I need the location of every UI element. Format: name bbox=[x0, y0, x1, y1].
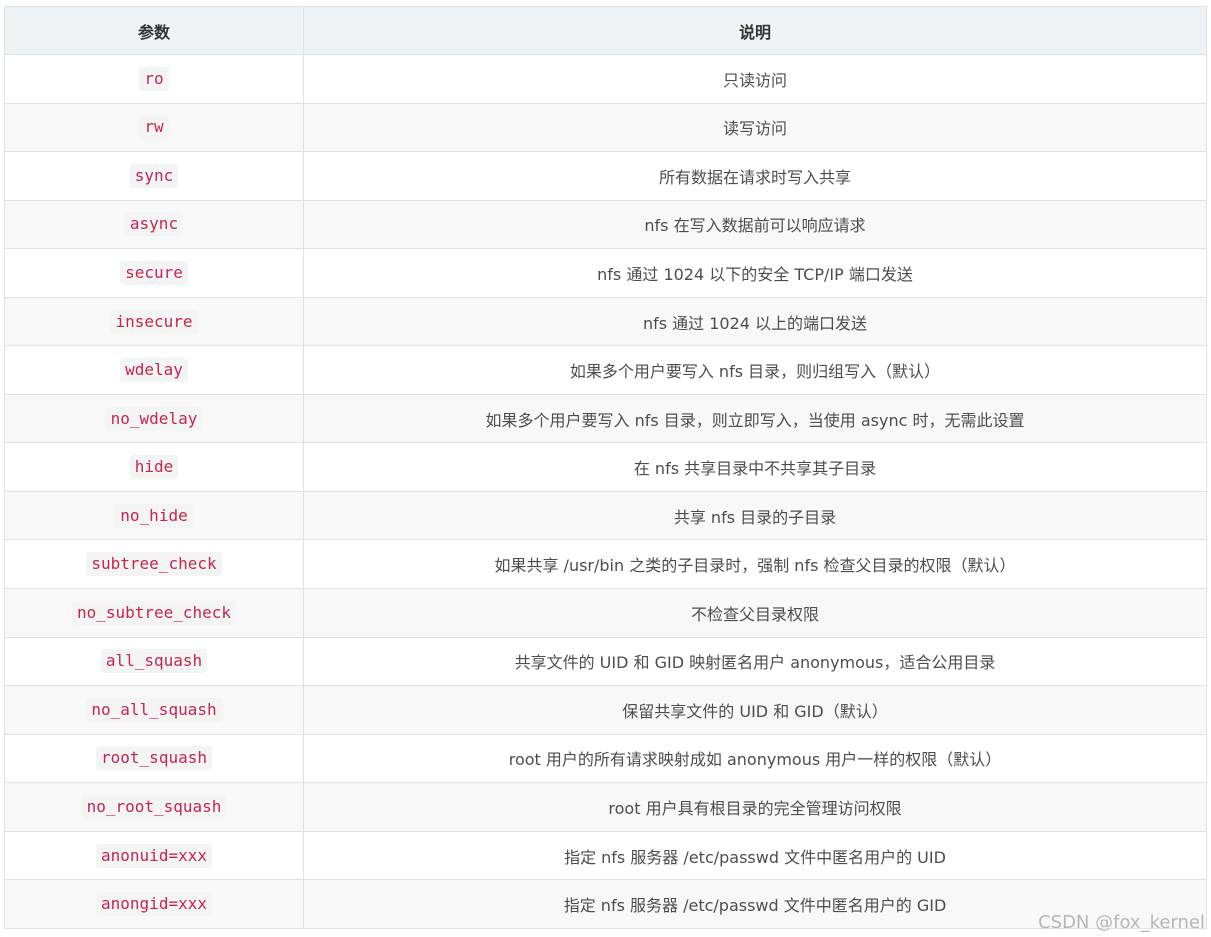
table-row: ro 只读访问 bbox=[4, 54, 1207, 104]
description-cell: nfs 在写入数据前可以响应请求 bbox=[303, 199, 1207, 250]
param-code: subtree_check bbox=[86, 552, 222, 577]
table-row: hide 在 nfs 共享目录中不共享其子目录 bbox=[4, 442, 1207, 492]
param-code: root_squash bbox=[96, 746, 212, 771]
description-cell: 共享 nfs 目录的子目录 bbox=[303, 490, 1207, 541]
description-cell: 所有数据在请求时写入共享 bbox=[303, 151, 1207, 201]
table-row: anonuid=xxx 指定 nfs 服务器 /etc/passwd 文件中匿名用… bbox=[4, 830, 1207, 881]
param-code: async bbox=[124, 212, 184, 237]
description-cell: root 用户的所有请求映射成如 anonymous 用户一样的权限（默认） bbox=[303, 733, 1207, 784]
table-row: insecure nfs 通过 1024 以上的端口发送 bbox=[4, 296, 1207, 347]
description-cell: 不检查父目录权限 bbox=[303, 588, 1207, 638]
description-cell: 如果多个用户要写入 nfs 目录，则立即写入，当使用 async 时，无需此设置 bbox=[303, 393, 1207, 444]
header-description: 说明 bbox=[303, 6, 1207, 55]
param-code: anonuid=xxx bbox=[96, 843, 212, 868]
description-cell: 共享文件的 UID 和 GID 映射匿名用户 anonymous，适合公用目录 bbox=[303, 636, 1207, 687]
param-code: anongid=xxx bbox=[96, 892, 212, 917]
table-row: rw 读写访问 bbox=[4, 102, 1207, 153]
description-cell: root 用户具有根目录的完全管理访问权限 bbox=[303, 782, 1207, 832]
param-cell: all_squash bbox=[4, 636, 304, 687]
param-code: ro bbox=[139, 66, 169, 91]
table-row: secure nfs 通过 1024 以下的安全 TCP/IP 端口发送 bbox=[4, 248, 1207, 298]
description-cell: nfs 通过 1024 以上的端口发送 bbox=[303, 296, 1207, 347]
table-row: no_hide 共享 nfs 目录的子目录 bbox=[4, 490, 1207, 541]
param-code: wdelay bbox=[120, 358, 188, 383]
watermark: CSDN @fox_kernel bbox=[1038, 912, 1205, 933]
param-cell: async bbox=[4, 199, 304, 250]
param-code: rw bbox=[139, 115, 169, 140]
param-cell: no_wdelay bbox=[4, 393, 304, 444]
param-cell: anongid=xxx bbox=[4, 879, 304, 929]
description-cell: 如果共享 /usr/bin 之类的子目录时，强制 nfs 检查父目录的权限（默认… bbox=[303, 539, 1207, 590]
param-cell: insecure bbox=[4, 296, 304, 347]
param-cell: root_squash bbox=[4, 733, 304, 784]
param-cell: no_root_squash bbox=[4, 782, 304, 832]
table-body: ro 只读访问 rw 读写访问 sync 所有数据在请求时写入共享 async nfs 在写入… bbox=[4, 54, 1207, 929]
param-cell: wdelay bbox=[4, 345, 304, 395]
description-cell: 保留共享文件的 UID 和 GID（默认） bbox=[303, 685, 1207, 735]
param-cell: subtree_check bbox=[4, 539, 304, 590]
table-row: all_squash 共享文件的 UID 和 GID 映射匿名用户 anonymo… bbox=[4, 636, 1207, 687]
param-cell: no_subtree_check bbox=[4, 588, 304, 638]
param-code: no_hide bbox=[115, 503, 193, 528]
param-code: secure bbox=[120, 260, 188, 285]
param-cell: rw bbox=[4, 102, 304, 153]
header-param: 参数 bbox=[4, 6, 304, 55]
description-cell: 在 nfs 共享目录中不共享其子目录 bbox=[303, 442, 1207, 492]
param-cell: ro bbox=[4, 54, 304, 104]
table-row: wdelay 如果多个用户要写入 nfs 目录，则归组写入（默认） bbox=[4, 345, 1207, 395]
description-cell: 指定 nfs 服务器 /etc/passwd 文件中匿名用户的 UID bbox=[303, 830, 1207, 881]
table-row: async nfs 在写入数据前可以响应请求 bbox=[4, 199, 1207, 250]
param-code: hide bbox=[129, 455, 179, 480]
param-code: insecure bbox=[110, 309, 198, 334]
description-cell: 读写访问 bbox=[303, 102, 1207, 153]
table-row: sync 所有数据在请求时写入共享 bbox=[4, 151, 1207, 201]
param-cell: no_hide bbox=[4, 490, 304, 541]
param-code: no_root_squash bbox=[81, 794, 227, 819]
param-code: no_subtree_check bbox=[71, 600, 237, 625]
table-row: root_squash root 用户的所有请求映射成如 anonymous 用户… bbox=[4, 733, 1207, 784]
param-cell: sync bbox=[4, 151, 304, 201]
table-row: subtree_check 如果共享 /usr/bin 之类的子目录时，强制 nf… bbox=[4, 539, 1207, 590]
param-cell: secure bbox=[4, 248, 304, 298]
table-row: no_wdelay 如果多个用户要写入 nfs 目录，则立即写入，当使用 asyn… bbox=[4, 393, 1207, 444]
table-header-row: 参数 说明 bbox=[4, 6, 1207, 55]
param-code: sync bbox=[129, 163, 179, 188]
param-cell: no_all_squash bbox=[4, 685, 304, 735]
table-row: anongid=xxx 指定 nfs 服务器 /etc/passwd 文件中匿名用… bbox=[4, 879, 1207, 929]
description-cell: 如果多个用户要写入 nfs 目录，则归组写入（默认） bbox=[303, 345, 1207, 395]
table-row: no_all_squash 保留共享文件的 UID 和 GID（默认） bbox=[4, 685, 1207, 735]
param-code: no_all_squash bbox=[86, 697, 222, 722]
param-cell: hide bbox=[4, 442, 304, 492]
param-code: no_wdelay bbox=[105, 406, 203, 431]
table-row: no_root_squash root 用户具有根目录的完全管理访问权限 bbox=[4, 782, 1207, 832]
table-row: no_subtree_check 不检查父目录权限 bbox=[4, 588, 1207, 638]
param-code: all_squash bbox=[100, 649, 208, 674]
nfs-options-table: 参数 说明 ro 只读访问 rw 读写访问 sync 所有数据在请求时写入共享 async n… bbox=[4, 6, 1207, 929]
description-cell: nfs 通过 1024 以下的安全 TCP/IP 端口发送 bbox=[303, 248, 1207, 298]
param-cell: anonuid=xxx bbox=[4, 830, 304, 881]
description-cell: 只读访问 bbox=[303, 54, 1207, 104]
